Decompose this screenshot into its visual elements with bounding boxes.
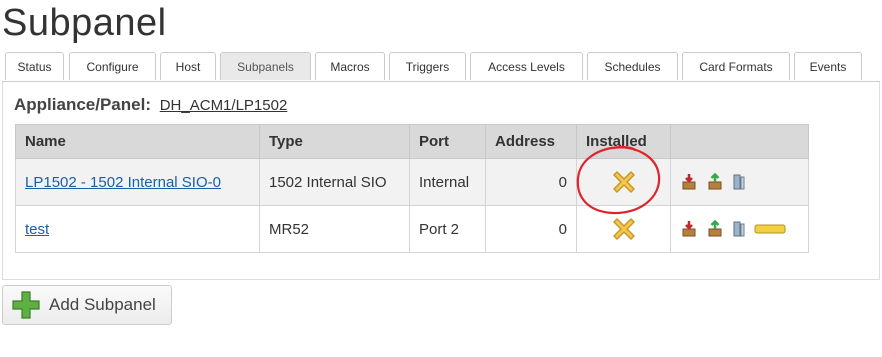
tab-access-levels[interactable]: Access Levels bbox=[470, 52, 583, 80]
device-info-icon[interactable] bbox=[732, 173, 746, 191]
col-port-header[interactable]: Port bbox=[409, 124, 486, 159]
tab-macros[interactable]: Macros bbox=[315, 52, 385, 80]
table-row: test MR52 Port 2 0 bbox=[15, 205, 809, 253]
row-address-cell: 0 bbox=[485, 205, 577, 253]
col-name-header[interactable]: Name bbox=[15, 124, 260, 159]
subpanel-table: Name Type Port Address Installed LP1502 … bbox=[15, 124, 809, 253]
tab-status[interactable]: Status bbox=[5, 52, 64, 80]
subpanel-name-link[interactable]: test bbox=[25, 221, 49, 238]
download-box-icon[interactable] bbox=[680, 173, 698, 191]
col-installed-header[interactable]: Installed bbox=[576, 124, 671, 159]
edit-bar-icon[interactable] bbox=[754, 223, 786, 235]
add-subpanel-button[interactable]: Add Subpanel bbox=[2, 285, 172, 325]
row-installed-cell bbox=[576, 205, 671, 253]
x-icon[interactable] bbox=[609, 214, 639, 244]
table-header-row: Name Type Port Address Installed bbox=[15, 124, 809, 159]
appliance-heading: Appliance/Panel: DH_ACM1/LP1502 bbox=[14, 95, 287, 115]
appliance-label: Appliance/Panel: bbox=[14, 95, 151, 114]
row-name-cell: test bbox=[15, 205, 260, 253]
tab-configure[interactable]: Configure bbox=[69, 52, 156, 80]
col-type-header[interactable]: Type bbox=[259, 124, 410, 159]
x-icon[interactable] bbox=[609, 167, 639, 197]
table-row: LP1502 - 1502 Internal SIO-0 1502 Intern… bbox=[15, 158, 809, 206]
tab-schedules[interactable]: Schedules bbox=[587, 52, 678, 80]
device-info-icon[interactable] bbox=[732, 220, 746, 238]
upload-box-icon[interactable] bbox=[706, 173, 724, 191]
appliance-link[interactable]: DH_ACM1/LP1502 bbox=[160, 97, 288, 114]
row-actions-cell bbox=[670, 205, 809, 253]
tab-card-formats[interactable]: Card Formats bbox=[682, 52, 790, 80]
page-title: Subpanel bbox=[2, 2, 167, 44]
add-subpanel-label: Add Subpanel bbox=[49, 295, 156, 314]
tab-host[interactable]: Host bbox=[160, 52, 216, 80]
download-box-icon[interactable] bbox=[680, 220, 698, 238]
subpanel-name-link[interactable]: LP1502 - 1502 Internal SIO-0 bbox=[25, 174, 221, 191]
col-address-header[interactable]: Address bbox=[485, 124, 577, 159]
subpanel-panel: Appliance/Panel: DH_ACM1/LP1502 Name Typ… bbox=[2, 82, 880, 280]
tab-events[interactable]: Events bbox=[794, 52, 862, 80]
tab-subpanels[interactable]: Subpanels bbox=[220, 52, 311, 80]
row-name-cell: LP1502 - 1502 Internal SIO-0 bbox=[15, 158, 260, 206]
row-type-cell: MR52 bbox=[259, 205, 410, 253]
row-actions-cell bbox=[670, 158, 809, 206]
upload-box-icon[interactable] bbox=[706, 220, 724, 238]
row-installed-cell bbox=[576, 158, 671, 206]
col-actions-header bbox=[670, 124, 809, 159]
row-type-cell: 1502 Internal SIO bbox=[259, 158, 410, 206]
plus-icon bbox=[12, 291, 40, 319]
tab-triggers[interactable]: Triggers bbox=[389, 52, 466, 80]
row-port-cell: Port 2 bbox=[409, 205, 486, 253]
tab-bar: Status Configure Host Subpanels Macros T… bbox=[2, 52, 880, 82]
row-address-cell: 0 bbox=[485, 158, 577, 206]
row-port-cell: Internal bbox=[409, 158, 486, 206]
